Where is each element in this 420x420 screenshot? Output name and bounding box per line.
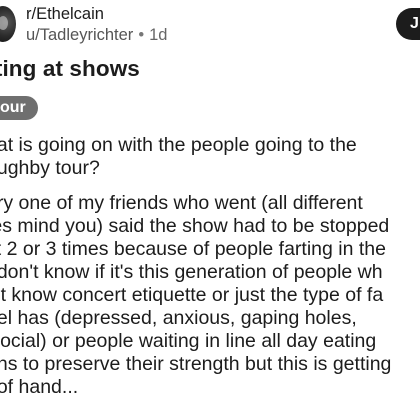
body-line: hat is going on with the people going to… [0,134,357,156]
post-body: hat is going on with the people going to… [0,134,420,399]
author-username[interactable]: u/Tadleyrichter [26,26,133,44]
body-line: n't know concert etiquette or just the t… [0,284,384,306]
subreddit-avatar[interactable] [0,6,16,42]
body-line: ans to preserve their strength but this … [0,353,392,375]
body-line: isocial) or people waiting in line all d… [0,330,377,352]
join-button[interactable]: J [396,8,420,40]
post-time: 1d [149,26,168,44]
body-line: tes mind you) said the show had to be st… [0,215,390,237]
body-line: oughby tour? [0,157,100,179]
post-page: r/Ethelcain u/Tadleyrichter • 1d J rting a… [0,0,420,420]
post-meta: u/Tadleyrichter • 1d [26,26,167,45]
body-line: st 2 or 3 times because of people fartin… [0,238,386,260]
body-line: ery one of my friends who went (all diff… [0,192,363,214]
body-paragraph-1: hat is going on with the people going to… [0,134,420,180]
body-line: t of hand... [0,376,79,398]
meta-separator: • [138,26,145,44]
body-paragraph-2: ery one of my friends who went (all diff… [0,192,420,399]
post-title: rting at shows [0,56,140,81]
subreddit-name[interactable]: r/Ethelcain [26,5,104,24]
body-line: I don't know if it's this generation of … [0,261,383,283]
body-line: hel has (depressed, anxious, gaping hole… [0,307,357,329]
post-flair[interactable]: our [0,96,38,120]
